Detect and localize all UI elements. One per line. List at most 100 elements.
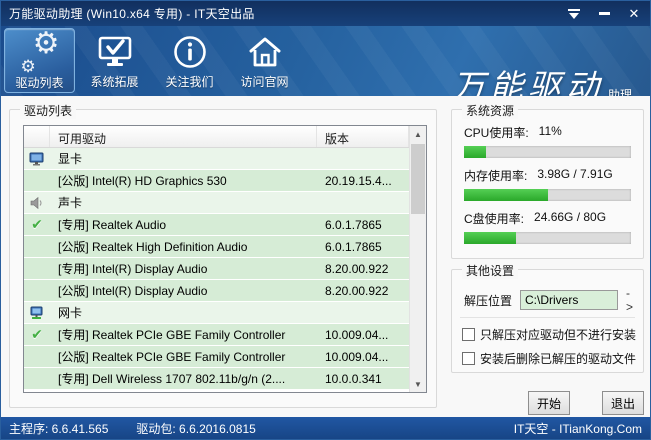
check-icon: ✔ (31, 326, 43, 342)
cdrive-usage-label: C盘使用率: (464, 212, 525, 226)
column-header-name[interactable]: 可用驱动 (50, 126, 317, 147)
toolbar-item-official-site[interactable]: 访问官网 (229, 28, 300, 93)
listview-header: 可用驱动 版本 (24, 126, 409, 148)
info-circle-icon (172, 32, 208, 72)
start-button[interactable]: 开始 (528, 391, 570, 415)
settings-divider (460, 317, 635, 318)
system-resources-title: 系统资源 (462, 102, 519, 119)
driver-listview: 可用驱动 版本 显卡 [公版] Intel(R) HD Graphics 530… (23, 125, 427, 393)
brand-text: IT天空 - ITianKong.Com (513, 421, 642, 436)
browse-path-button[interactable]: -> (626, 286, 633, 314)
cdrive-meter-line: C盘使用率: 24.66G / 80G (464, 210, 631, 227)
driver-name: [公版] Intel(R) HD Graphics 530 (58, 174, 227, 188)
close-icon[interactable]: ✕ (626, 6, 642, 22)
cpu-usage-value: 11% (538, 124, 562, 138)
system-resources-groupbox: 系统资源 CPU使用率: 11% 内存使用率: 3.98G / 7.91G C盘… (451, 102, 644, 259)
other-settings-groupbox: 其他设置 解压位置 -> 只解压对应驱动但不进行安装 安装后删除已解压的驱动文件 (451, 262, 644, 373)
cpu-meter-line: CPU使用率: 11% (464, 124, 631, 141)
toolbar-item-system-expand[interactable]: 系统拓展 (79, 28, 150, 93)
cdrive-progress-fill (464, 232, 516, 244)
driver-name: [专用] Intel(R) Display Audio (58, 262, 208, 276)
column-header-version[interactable]: 版本 (317, 126, 409, 147)
table-row-driver[interactable]: [公版] Realtek High Definition Audio 6.0.1… (24, 236, 409, 258)
extract-path-input[interactable] (520, 290, 619, 310)
app-logo: 万能驱动 助理 (452, 60, 632, 96)
row-status-cell: ✔ (24, 326, 50, 343)
network-icon (24, 306, 50, 320)
table-row-driver[interactable]: [公版] Intel(R) Display Audio 8.20.00.922 (24, 280, 409, 302)
driver-name: [专用] Realtek PCIe GBE Family Controller (58, 328, 286, 342)
checkbox-delete-after-install[interactable]: 安装后删除已解压的驱动文件 (462, 350, 636, 367)
toolbar-item-driver-list[interactable]: ⚙ ⚙ 驱动列表 (4, 28, 75, 93)
driver-version: 10.009.04... (325, 349, 389, 364)
toolbar-item-label: 关注我们 (165, 75, 214, 89)
table-row-driver[interactable]: [公版] Realtek PCIe GBE Family Controller … (24, 346, 409, 368)
table-row-driver[interactable]: [专用] Intel(R) Display Audio 8.20.00.922 (24, 258, 409, 280)
other-settings-title: 其他设置 (462, 262, 519, 279)
checkbox-label: 安装后删除已解压的驱动文件 (480, 352, 637, 366)
driver-version: 6.0.1.7865 (325, 217, 382, 232)
driver-name: [专用] Dell Wireless 1707 802.11b/g/n (2..… (58, 372, 286, 386)
exit-button[interactable]: 退出 (602, 391, 644, 415)
column-header-status[interactable] (24, 126, 50, 147)
scroll-up-icon[interactable]: ▲ (410, 126, 426, 142)
memory-progress-bar (464, 189, 631, 201)
toolbar-item-label: 系统拓展 (90, 75, 139, 89)
memory-usage-label: 内存使用率: (464, 169, 528, 183)
window-title: 万能驱动助理 (Win10.x64 专用) - IT天空出品 (9, 7, 255, 21)
scrollbar-thumb[interactable] (411, 144, 425, 214)
driver-name: [公版] Intel(R) Display Audio (58, 284, 208, 298)
logo-suffix-text: 助理 (607, 88, 632, 96)
cpu-usage-label: CPU使用率: (464, 126, 529, 140)
table-row-category-network[interactable]: 网卡 (24, 302, 409, 324)
gears-icon: ⚙ ⚙ (20, 29, 60, 76)
scrollbar-track[interactable] (410, 142, 426, 376)
table-row-category-audio[interactable]: 声卡 (24, 192, 409, 214)
driver-listview-main: 可用驱动 版本 显卡 [公版] Intel(R) HD Graphics 530… (24, 126, 409, 392)
driver-list-groupbox: 驱动列表 可用驱动 版本 显卡 [公版] Intel(R) HD Graphic… (9, 102, 437, 408)
skin-menu-line (568, 8, 580, 11)
extract-location-row: 解压位置 -> (464, 286, 633, 314)
logo-main-text: 万能驱动 (451, 67, 604, 96)
extract-location-label: 解压位置 (464, 293, 513, 308)
table-row-driver[interactable]: ✔ [专用] Realtek Audio 6.0.1.7865 (24, 214, 409, 236)
monitor-check-icon (96, 32, 134, 72)
checkbox-box[interactable] (462, 328, 475, 341)
cdrive-usage-value: 24.66G / 80G (534, 210, 607, 224)
toolbar: ⚙ ⚙ 驱动列表 系统拓展 关注我们 访问官网 万能驱动 助理 (1, 26, 650, 96)
checkbox-box[interactable] (462, 352, 475, 365)
table-row-driver[interactable]: [专用] Dell Wireless 1707 802.11b/g/n (2..… (24, 368, 409, 390)
table-row-category-gpu[interactable]: 显卡 (24, 148, 409, 170)
gpu-icon (24, 152, 50, 166)
table-row-driver[interactable]: ✔ [专用] Realtek PCIe GBE Family Controlle… (24, 324, 409, 346)
toolbar-item-label: 驱动列表 (15, 76, 64, 90)
driver-version: 6.0.1.7865 (325, 239, 382, 254)
driver-version: 10.0.0.341 (325, 371, 382, 386)
cdrive-progress-bar (464, 232, 631, 244)
driver-version: 20.19.15.4... (325, 173, 392, 188)
skin-menu-icon[interactable] (566, 6, 582, 22)
checkbox-extract-only[interactable]: 只解压对应驱动但不进行安装 (462, 326, 636, 343)
checkbox-label: 只解压对应驱动但不进行安装 (480, 328, 637, 342)
driver-version: 8.20.00.922 (325, 283, 389, 298)
toolbar-item-label: 访问官网 (240, 75, 289, 89)
row-status-cell: ✔ (24, 216, 50, 233)
category-label: 网卡 (58, 306, 83, 320)
main-program-version: 主程序: 6.6.41.565 (9, 421, 109, 436)
category-label: 显卡 (58, 152, 83, 166)
toolbar-items: ⚙ ⚙ 驱动列表 系统拓展 关注我们 访问官网 (4, 28, 300, 93)
scroll-down-icon[interactable]: ▼ (410, 376, 426, 392)
gear-small-glyph: ⚙ (20, 57, 36, 76)
toolbar-item-follow-us[interactable]: 关注我们 (154, 28, 225, 93)
listview-scrollbar[interactable]: ▲ ▼ (409, 126, 426, 392)
home-icon (246, 32, 284, 72)
audio-icon (24, 196, 50, 210)
memory-progress-fill (464, 189, 548, 201)
table-row-driver[interactable]: [公版] Intel(R) HD Graphics 530 20.19.15.4… (24, 170, 409, 192)
cpu-progress-bar (464, 146, 631, 158)
cdrive-meter: C盘使用率: 24.66G / 80G (464, 210, 631, 244)
driver-name: [公版] Realtek PCIe GBE Family Controller (58, 350, 286, 364)
minimize-icon[interactable] (596, 6, 612, 22)
driver-pack-version: 驱动包: 6.6.2016.0815 (136, 421, 256, 436)
status-bar: 主程序: 6.6.41.565 驱动包: 6.6.2016.0815 IT天空 … (1, 417, 650, 439)
